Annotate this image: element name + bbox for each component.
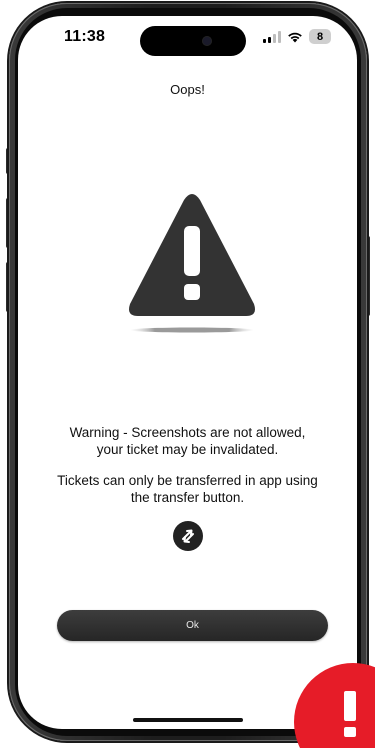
warning-message: Warning - Screenshots are not allowed, y…	[38, 424, 337, 458]
transfer-button[interactable]	[173, 521, 203, 551]
transfer-message-line-1: Tickets can only be transferred in app u…	[57, 473, 318, 488]
transfer-message: Tickets can only be transferred in app u…	[38, 472, 337, 506]
front-camera	[202, 36, 212, 46]
page-title: Oops!	[170, 82, 205, 97]
home-indicator	[133, 718, 243, 722]
dynamic-island	[140, 26, 246, 56]
signal-icon	[263, 30, 281, 43]
battery-icon: 8	[309, 29, 331, 44]
status-icons: 8	[263, 29, 331, 44]
wifi-icon	[288, 32, 302, 42]
warning-message-line-1: Warning - Screenshots are not allowed,	[69, 425, 306, 440]
screenshot-stage: 11:38 8 Oops! Warning - Screenshots are …	[0, 0, 375, 748]
ok-button[interactable]: Ok	[57, 610, 328, 641]
app-screen: 11:38 8 Oops! Warning - Screenshots are …	[18, 16, 357, 729]
transfer-arrows-icon	[182, 529, 194, 543]
warning-message-line-2: your ticket may be invalidated.	[96, 442, 279, 457]
transfer-message-line-2: the transfer button.	[130, 490, 245, 505]
warning-triangle-icon	[129, 194, 255, 333]
status-time: 11:38	[64, 28, 106, 45]
